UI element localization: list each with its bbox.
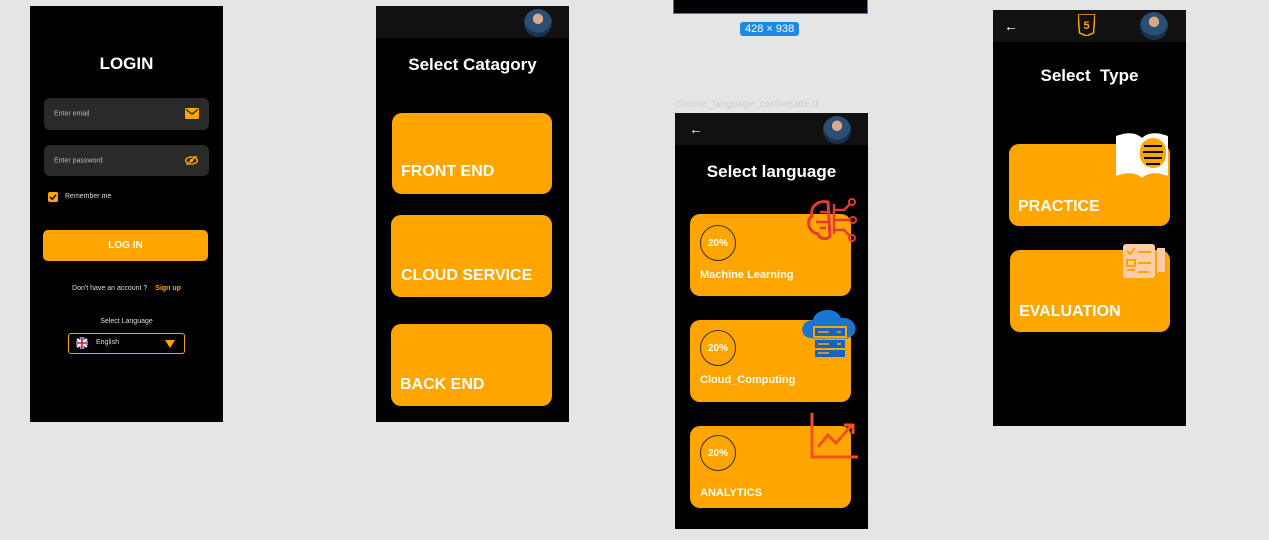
card-label: ANALYTICS [700, 487, 762, 499]
card-label: PRACTICE [1018, 198, 1100, 215]
category-title: Select Catagory [408, 55, 537, 74]
type-screen: ← 5 Select Type PRACTICE EVALUATION [993, 10, 1186, 426]
top-bar: ← [675, 113, 868, 145]
language-frame-label[interactable]: choose_language_cardsreade.d [675, 99, 865, 110]
progress-percent: 20% [700, 225, 736, 261]
remember-checkbox[interactable] [48, 192, 58, 202]
card-label: Machine Learning [700, 269, 794, 281]
back-arrow-icon[interactable]: ← [689, 122, 703, 136]
brain-circuit-icon [807, 198, 857, 242]
card-label: EVALUATION [1019, 303, 1121, 320]
top-bar [376, 6, 569, 38]
avatar[interactable] [524, 9, 552, 37]
book-icon [1116, 133, 1168, 178]
password-field[interactable]: Enter password [44, 145, 209, 176]
progress-percent: 20% [700, 330, 736, 366]
mail-icon [185, 108, 199, 119]
signup-row: Don't have an account ? Sign up [30, 285, 223, 292]
check-icon [49, 194, 57, 201]
email-placeholder: Enter email [54, 110, 90, 118]
eye-off-icon[interactable] [185, 155, 198, 166]
language-label: Select Language [100, 318, 153, 325]
progress-percent: 20% [700, 435, 736, 471]
frame-size-badge: 428 × 938 [740, 22, 800, 36]
signup-link[interactable]: Sign up [155, 285, 181, 292]
cloud-server-icon [802, 309, 856, 357]
login-title: LOGIN [99, 54, 154, 73]
login-screen: LOGIN Enter email Enter password Remembe… [30, 6, 223, 422]
avatar[interactable] [823, 116, 851, 144]
chart-up-icon [810, 413, 858, 459]
login-button-label: LOG IN [108, 240, 143, 251]
chevron-down-icon [165, 340, 175, 348]
remember-label: Remember me [65, 193, 112, 200]
svg-text:5: 5 [1083, 20, 1089, 32]
language-screen: ← Select language 20% Machine Learning 2… [675, 113, 868, 529]
card-label: CLOUD SERVICE [401, 267, 533, 284]
type-title: Select Type [1040, 66, 1139, 85]
html5-icon: 5 [1078, 14, 1095, 36]
language-value: English [96, 339, 119, 346]
category-card-front-end[interactable]: FRONT END [392, 113, 552, 194]
email-field[interactable]: Enter email [44, 98, 209, 130]
card-label: FRONT END [401, 163, 495, 180]
avatar[interactable] [1140, 12, 1168, 40]
card-label: BACK END [400, 376, 485, 393]
top-bar: ← 5 [993, 10, 1186, 42]
login-button[interactable]: LOG IN [43, 230, 208, 261]
language-select[interactable]: English [68, 333, 185, 354]
category-card-cloud-service[interactable]: CLOUD SERVICE [391, 215, 552, 297]
uk-flag-icon [76, 337, 88, 349]
card-label: Cloud_Computing [700, 374, 796, 386]
no-account-text: Don't have an account ? [72, 285, 148, 292]
category-screen: Select Catagory FRONT END 5 CLOUD SERVIC… [376, 6, 569, 422]
selected-frame-edge[interactable] [673, 0, 868, 14]
language-title: Select language [706, 162, 837, 181]
password-placeholder: Enter password [54, 157, 103, 164]
back-arrow-icon[interactable]: ← [1004, 19, 1018, 33]
category-card-back-end[interactable]: BACK END [391, 324, 552, 406]
checklist-icon [1123, 244, 1165, 278]
